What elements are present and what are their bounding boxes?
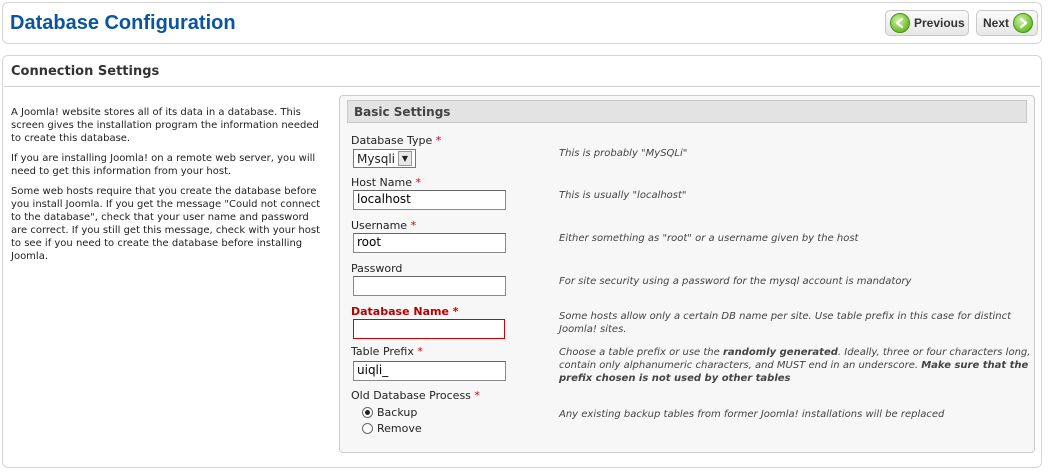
prefix-help-bold: randomly generated bbox=[722, 347, 838, 358]
basic-settings-box: Basic Settings Database Type * Mysqli ▼ … bbox=[339, 95, 1035, 453]
arrow-left-icon bbox=[890, 13, 910, 33]
host-input[interactable]: localhost bbox=[353, 190, 506, 210]
password-label: Password bbox=[351, 262, 403, 275]
db-name-help: Some hosts allow only a certain DB name … bbox=[559, 311, 1012, 335]
db-name-label: Database Name * bbox=[351, 305, 459, 318]
required-mark: * bbox=[435, 134, 442, 147]
username-input[interactable]: root bbox=[353, 233, 506, 253]
required-mark: * bbox=[410, 219, 417, 232]
db-type-label-text: Database Type bbox=[351, 134, 433, 147]
host-help: This is usually "localhost" bbox=[559, 190, 687, 201]
intro-paragraph: If you are installing Joomla! on a remot… bbox=[11, 153, 316, 177]
password-help: For site security using a password for t… bbox=[559, 276, 912, 287]
prefix-label-text: Table Prefix bbox=[351, 345, 414, 358]
intro-text: A Joomla! website stores all of its data… bbox=[11, 106, 321, 270]
radio-checked-icon[interactable] bbox=[362, 407, 373, 418]
username-label-text: Username bbox=[351, 219, 408, 232]
radio-backup-label: Backup bbox=[377, 406, 418, 419]
prefix-label: Table Prefix * bbox=[351, 345, 423, 358]
previous-button[interactable]: Previous bbox=[885, 10, 969, 36]
radio-backup[interactable]: Backup bbox=[362, 406, 417, 419]
connection-settings-panel: Connection Settings A Joomla! website st… bbox=[2, 55, 1042, 468]
radio-unchecked-icon[interactable] bbox=[362, 423, 373, 434]
db-name-input[interactable] bbox=[353, 319, 505, 339]
intro-paragraph: A Joomla! website stores all of its data… bbox=[11, 107, 319, 144]
password-input[interactable] bbox=[353, 276, 506, 296]
page-header: Database Configuration Previous Next bbox=[2, 2, 1042, 44]
basic-settings-title: Basic Settings bbox=[347, 100, 1027, 123]
required-mark: * bbox=[474, 389, 480, 402]
username-help: Either something as "root" or a username… bbox=[559, 233, 859, 244]
db-type-label: Database Type * bbox=[351, 134, 441, 147]
prefix-help: Choose a table prefix or use the randoml… bbox=[559, 346, 1031, 385]
chevron-down-icon: ▼ bbox=[398, 151, 412, 166]
old-db-label: Old Database Process * bbox=[351, 389, 480, 402]
intro-paragraph: Some web hosts require that you create t… bbox=[11, 186, 321, 262]
divider bbox=[4, 86, 1040, 87]
username-label: Username * bbox=[351, 219, 416, 232]
old-db-help: Any existing backup tables from former J… bbox=[559, 409, 945, 420]
page-title: Database Configuration bbox=[10, 12, 236, 34]
old-db-label-text: Old Database Process bbox=[351, 389, 471, 402]
panel-title: Connection Settings bbox=[11, 64, 160, 79]
next-label: Next bbox=[982, 16, 1009, 30]
db-name-label-text: Database Name bbox=[351, 305, 449, 318]
host-label-text: Host Name bbox=[351, 176, 412, 189]
required-mark: * bbox=[417, 345, 423, 358]
radio-remove-label: Remove bbox=[377, 422, 422, 435]
radio-remove[interactable]: Remove bbox=[362, 422, 422, 435]
required-mark: * bbox=[415, 176, 422, 189]
arrow-right-icon bbox=[1013, 13, 1033, 33]
db-type-help: This is probably "MySQLi" bbox=[559, 148, 688, 159]
next-button[interactable]: Next bbox=[976, 10, 1038, 36]
required-mark: * bbox=[452, 305, 459, 318]
prefix-input[interactable]: uiqli_ bbox=[353, 361, 506, 381]
prefix-help-text: Choose a table prefix or use the bbox=[559, 347, 723, 358]
previous-label: Previous bbox=[914, 16, 965, 30]
db-type-value: Mysqli bbox=[357, 151, 395, 166]
db-type-select[interactable]: Mysqli ▼ bbox=[353, 149, 416, 168]
host-label: Host Name * bbox=[351, 176, 421, 189]
